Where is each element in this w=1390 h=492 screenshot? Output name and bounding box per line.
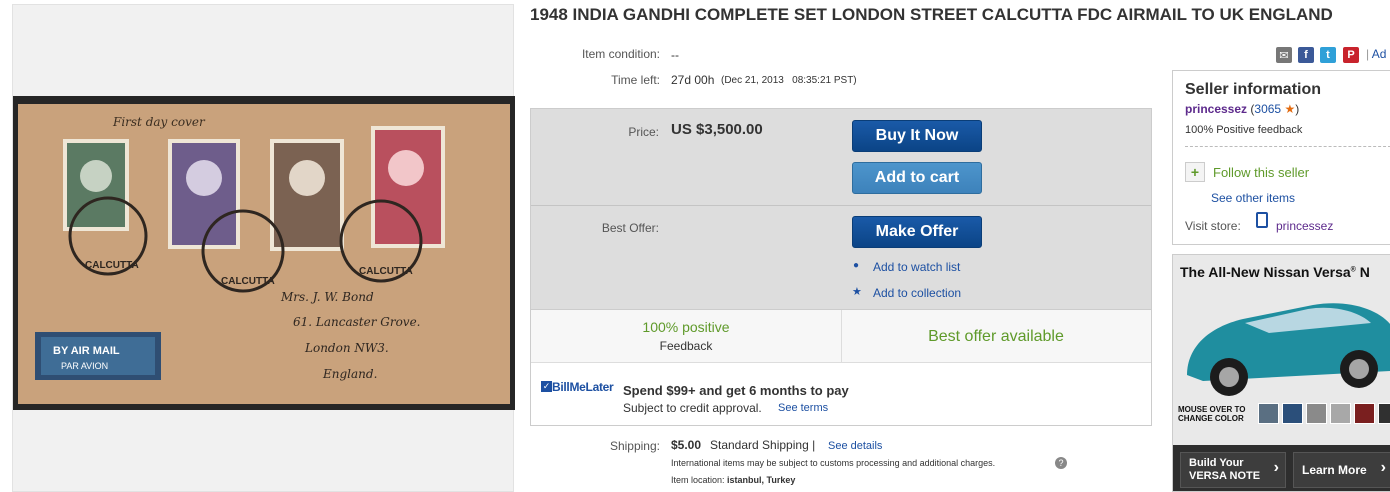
color-swatch[interactable]: [1354, 403, 1375, 424]
seller-name-link[interactable]: princessez: [1185, 102, 1247, 116]
share-add-link[interactable]: | Ad: [1366, 47, 1386, 61]
billmelater-sub: Subject to credit approval.: [623, 401, 762, 415]
feedback-star-icon: ★: [1284, 102, 1296, 116]
follow-seller-link[interactable]: Follow this seller: [1213, 165, 1309, 180]
price-value: US $3,500.00: [671, 121, 763, 138]
color-swatch[interactable]: [1330, 403, 1351, 424]
svg-text:CALCUTTA: CALCUTTA: [85, 260, 139, 271]
svg-text:London NW3.: London NW3.: [304, 341, 389, 355]
feedback-score-link[interactable]: 3065: [1254, 102, 1281, 116]
star-icon: ★: [852, 286, 862, 298]
svg-text:PAR AVION: PAR AVION: [61, 361, 108, 371]
svg-text:CALCUTTA: CALCUTTA: [359, 266, 413, 277]
car-image: [1187, 303, 1390, 396]
shipping-label: Shipping:: [609, 439, 660, 453]
add-to-cart-button[interactable]: Add to cart: [852, 162, 982, 194]
build-your-versa-button[interactable]: Build Your VERSA NOTE ›: [1180, 452, 1286, 488]
make-offer-button[interactable]: Make Offer: [852, 216, 982, 248]
see-details-link[interactable]: See details: [828, 440, 882, 452]
mouse-over-text: MOUSE OVER TO CHANGE COLOR: [1178, 405, 1246, 423]
buy-box-top: [531, 109, 1151, 309]
shipping-note: International items may be subject to cu…: [671, 458, 996, 468]
svg-text:Mrs. J. W. Bond: Mrs. J. W. Bond: [280, 290, 374, 304]
eye-icon: ●: [853, 260, 860, 271]
color-swatch[interactable]: [1282, 403, 1303, 424]
buy-it-now-button[interactable]: Buy It Now: [852, 120, 982, 152]
store-icon: [1256, 212, 1268, 228]
add-to-watch-list-link[interactable]: Add to watch list: [873, 260, 960, 274]
buy-box: Price: US $3,500.00 Buy It Now Add to ca…: [530, 108, 1152, 426]
seller-info-panel: Seller information princessez (3065 ★) 1…: [1172, 70, 1390, 245]
svg-text:BY AIR MAIL: BY AIR MAIL: [53, 345, 120, 357]
chevron-right-icon-2: ›: [1380, 459, 1386, 476]
nissan-ad[interactable]: The All-New Nissan Versa® N MOUSE OVER T…: [1172, 254, 1390, 492]
help-icon[interactable]: ?: [1055, 457, 1067, 469]
facebook-icon[interactable]: f: [1298, 47, 1314, 63]
image-gallery: First day cover CALCUTTA CALCUTTA CALCUT…: [12, 4, 515, 492]
stamp-red: [371, 126, 445, 248]
item-location: Item location: istanbul, Turkey: [671, 475, 796, 485]
checkmark-icon: ✓: [541, 381, 552, 392]
time-left-end: (Dec 21, 2013 08:35:21 PST): [721, 75, 857, 86]
chevron-right-icon: ›: [1273, 459, 1279, 476]
add-to-collection-link[interactable]: Add to collection: [873, 286, 961, 300]
seller-feedback: 100% Positive feedback: [1185, 124, 1303, 136]
airmail-label: BY AIR MAIL PAR AVION: [35, 332, 161, 380]
email-icon[interactable]: ✉: [1276, 47, 1292, 63]
plus-icon[interactable]: +: [1185, 162, 1205, 182]
color-swatches[interactable]: [1258, 403, 1390, 424]
time-left-value: 27d 00h: [671, 73, 715, 87]
color-swatch[interactable]: [1306, 403, 1327, 424]
seller-name-row: princessez (3065 ★): [1185, 102, 1300, 116]
envelope-image: First day cover CALCUTTA CALCUTTA CALCUT…: [13, 96, 515, 410]
see-terms-link[interactable]: See terms: [778, 402, 828, 414]
svg-text:CALCUTTA: CALCUTTA: [221, 276, 275, 287]
color-swatch[interactable]: [1258, 403, 1279, 424]
condition-value: --: [671, 48, 679, 62]
price-label: Price:: [628, 125, 659, 139]
see-other-items-link[interactable]: See other items: [1211, 191, 1295, 205]
twitter-icon[interactable]: t: [1320, 47, 1336, 63]
item-photo[interactable]: First day cover CALCUTTA CALCUTTA CALCUT…: [13, 96, 515, 410]
svg-text:61. Lancaster Grove.: 61. Lancaster Grove.: [293, 315, 421, 329]
item-title: 1948 INDIA GANDHI COMPLETE SET LONDON ST…: [530, 5, 1333, 24]
stamp-brown: [270, 139, 344, 251]
positive-feedback-value: 100% positive: [642, 319, 730, 335]
billmelater-headline: Spend $99+ and get 6 months to pay: [623, 383, 849, 398]
store-name-link[interactable]: princessez: [1276, 219, 1333, 233]
seller-heading: Seller information: [1185, 81, 1322, 98]
learn-more-button[interactable]: Learn More ›: [1293, 452, 1390, 488]
best-offer-label: Best Offer:: [601, 221, 659, 235]
cover-text: First day cover: [112, 115, 206, 129]
visit-store-label: Visit store:: [1185, 219, 1241, 233]
pinterest-icon[interactable]: P: [1343, 47, 1359, 63]
ad-headline: The All-New Nissan Versa® N: [1180, 264, 1370, 280]
shipping-amount: $5.00: [671, 438, 702, 452]
billmelater-logo: BillMeLater: [552, 380, 614, 394]
svg-text:England.: England.: [322, 367, 377, 381]
color-swatch[interactable]: [1378, 403, 1390, 424]
positive-feedback-sub: Feedback: [659, 339, 713, 353]
condition-label: Item condition:: [581, 47, 660, 61]
stamp-purple: [168, 139, 240, 249]
best-offer-available: Best offer available: [928, 328, 1064, 345]
time-left-label: Time left:: [611, 73, 660, 87]
shipping-method: Standard Shipping |: [710, 438, 816, 452]
